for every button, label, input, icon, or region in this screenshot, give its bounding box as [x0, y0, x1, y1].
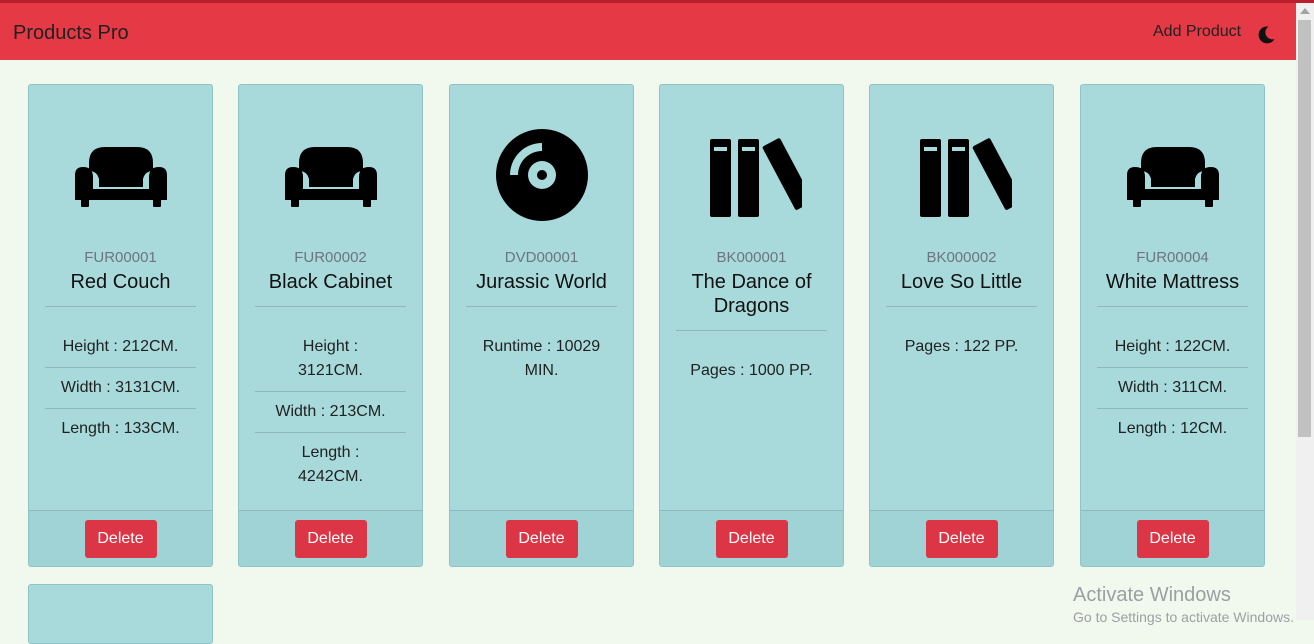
product-sku: BK000001 — [716, 249, 787, 266]
product-card: FUR00002 Black Cabinet Height : 3121CM. … — [238, 84, 423, 567]
delete-button[interactable]: Delete — [1136, 519, 1209, 558]
product-name: White Mattress — [1097, 270, 1248, 307]
attribute-runtime: Runtime : 10029 MIN. — [482, 338, 601, 379]
product-card: FUR00004 White Mattress Height : 122CM. … — [1080, 84, 1265, 567]
product-sku: FUR00002 — [294, 249, 367, 266]
product-card: DVD00001 Jurassic World Runtime : 10029 … — [449, 84, 634, 567]
product-sku: FUR00004 — [1136, 249, 1209, 266]
navbar: Products Pro Add Product — [0, 3, 1296, 60]
attribute-length: Length : 12CM. — [1117, 420, 1228, 437]
delete-button[interactable]: Delete — [925, 519, 998, 558]
product-name: Love So Little — [886, 270, 1037, 307]
attribute-length: Length : 133CM. — [61, 420, 180, 437]
product-attributes: Height : 122CM. Width : 311CM. Length : … — [1097, 327, 1248, 449]
scroll-up-arrow-icon[interactable] — [1300, 8, 1310, 14]
card-footer: Delete — [450, 510, 633, 566]
compact-disc-icon — [450, 125, 633, 225]
delete-button[interactable]: Delete — [505, 519, 578, 558]
scrollbar-thumb[interactable] — [1298, 20, 1311, 437]
card-footer: Delete — [1081, 510, 1264, 566]
delete-button[interactable]: Delete — [715, 519, 788, 558]
books-icon — [870, 125, 1053, 225]
product-attributes: Height : 212CM. Width : 3131CM. Length :… — [45, 327, 196, 449]
product-sku: DVD00001 — [504, 249, 579, 266]
delete-button[interactable]: Delete — [294, 519, 367, 558]
product-name: The Dance of Dragons — [676, 270, 827, 331]
attribute-width: Width : 3131CM. — [45, 368, 196, 409]
product-card: BK000001 The Dance of Dragons Pages : 10… — [659, 84, 844, 567]
books-icon — [660, 125, 843, 225]
attribute-pages: Pages : 1000 PP. — [690, 362, 813, 379]
attribute-width: Width : 311CM. — [1097, 368, 1248, 409]
watermark-title: Activate Windows — [1073, 584, 1231, 606]
card-footer: Delete — [29, 510, 212, 566]
delete-button[interactable]: Delete — [84, 519, 157, 558]
attribute-length: Length : 4242CM. — [298, 444, 363, 485]
product-sku: FUR00001 — [84, 249, 157, 266]
product-name: Jurassic World — [466, 270, 617, 307]
attribute-width: Width : 213CM. — [255, 392, 406, 433]
product-name: Red Couch — [45, 270, 196, 307]
product-card: BK000002 Love So Little Pages : 122 PP. … — [869, 84, 1054, 567]
product-card: FUR00001 Red Couch Height : 212CM. Width… — [28, 84, 213, 567]
couch-icon — [29, 125, 212, 225]
card-footer: Delete — [660, 510, 843, 566]
activate-windows-watermark: Activate Windows Go to Settings to activ… — [1073, 584, 1294, 625]
product-name: Black Cabinet — [255, 270, 406, 307]
card-footer: Delete — [870, 510, 1053, 566]
card-footer: Delete — [239, 510, 422, 566]
product-attributes: Height : 3121CM. Width : 213CM. Length :… — [255, 327, 406, 497]
attribute-pages: Pages : 122 PP. — [904, 338, 1019, 355]
product-attributes: Pages : 1000 PP. — [676, 351, 827, 391]
watermark-subtitle: Go to Settings to activate Windows. — [1073, 609, 1294, 625]
add-product-link[interactable]: Add Product — [1153, 23, 1241, 41]
moon-icon[interactable] — [1256, 25, 1276, 45]
couch-icon — [239, 125, 422, 225]
brand-title[interactable]: Products Pro — [13, 22, 129, 45]
product-attributes: Runtime : 10029 MIN. — [466, 327, 617, 391]
couch-icon — [1081, 125, 1264, 225]
attribute-height: Height : 3121CM. — [255, 327, 406, 392]
product-attributes: Pages : 122 PP. — [886, 327, 1037, 367]
attribute-height: Height : 212CM. — [45, 327, 196, 368]
attribute-height: Height : 122CM. — [1097, 327, 1248, 368]
product-sku: BK000002 — [926, 249, 997, 266]
product-card — [28, 584, 213, 644]
